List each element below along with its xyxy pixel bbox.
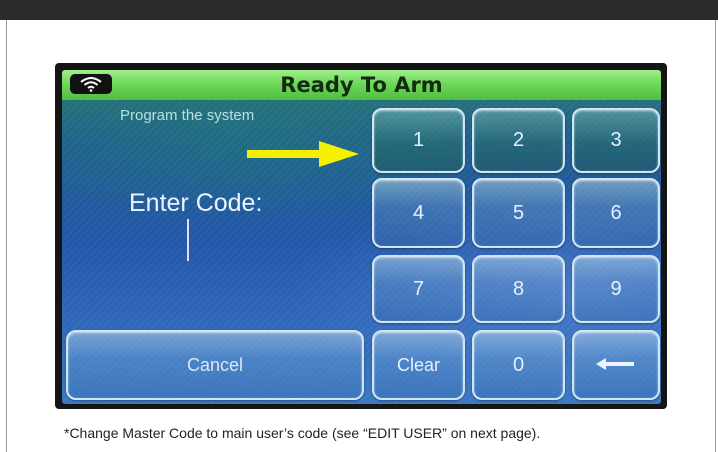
key-6[interactable]: 6 — [572, 178, 660, 248]
caption-note: *Change Master Code to main user’s code … — [64, 425, 541, 441]
key-3[interactable]: 3 — [572, 108, 660, 173]
enter-code-label: Enter Code: — [129, 189, 263, 217]
cancel-button[interactable]: Cancel — [66, 330, 364, 400]
program-system-label: Program the system — [120, 107, 255, 124]
key-4[interactable]: 4 — [372, 178, 465, 248]
key-2[interactable]: 2 — [472, 108, 565, 173]
key-5-label: 5 — [512, 201, 525, 224]
touchscreen: Ready To Arm Program the system Enter Co… — [62, 70, 661, 404]
key-0[interactable]: 0 — [472, 330, 565, 400]
backspace-button[interactable] — [572, 330, 660, 400]
key-1[interactable]: 1 — [372, 108, 465, 173]
key-8-label: 8 — [512, 277, 525, 300]
key-7[interactable]: 7 — [372, 255, 465, 323]
status-bar: Ready To Arm — [62, 70, 661, 100]
key-4-label: 4 — [412, 201, 425, 224]
code-entry-cursor[interactable] — [187, 219, 189, 261]
key-2-label: 2 — [512, 129, 525, 151]
pointer-arrow-icon — [247, 141, 359, 167]
key-0-label: 0 — [512, 353, 525, 376]
key-8[interactable]: 8 — [472, 255, 565, 323]
key-9[interactable]: 9 — [572, 255, 660, 323]
key-9-label: 9 — [610, 277, 622, 300]
key-1-label: 1 — [412, 129, 425, 151]
clear-button[interactable]: Clear — [372, 330, 465, 400]
cancel-button-label: Cancel — [186, 354, 244, 375]
backspace-arrow-icon — [596, 354, 636, 377]
key-5[interactable]: 5 — [472, 178, 565, 248]
key-3-label: 3 — [610, 129, 622, 151]
key-6-label: 6 — [610, 201, 622, 224]
top-banner — [0, 0, 718, 20]
key-7-label: 7 — [412, 277, 425, 300]
clear-button-label: Clear — [396, 354, 440, 375]
status-title: Ready To Arm — [280, 73, 443, 97]
